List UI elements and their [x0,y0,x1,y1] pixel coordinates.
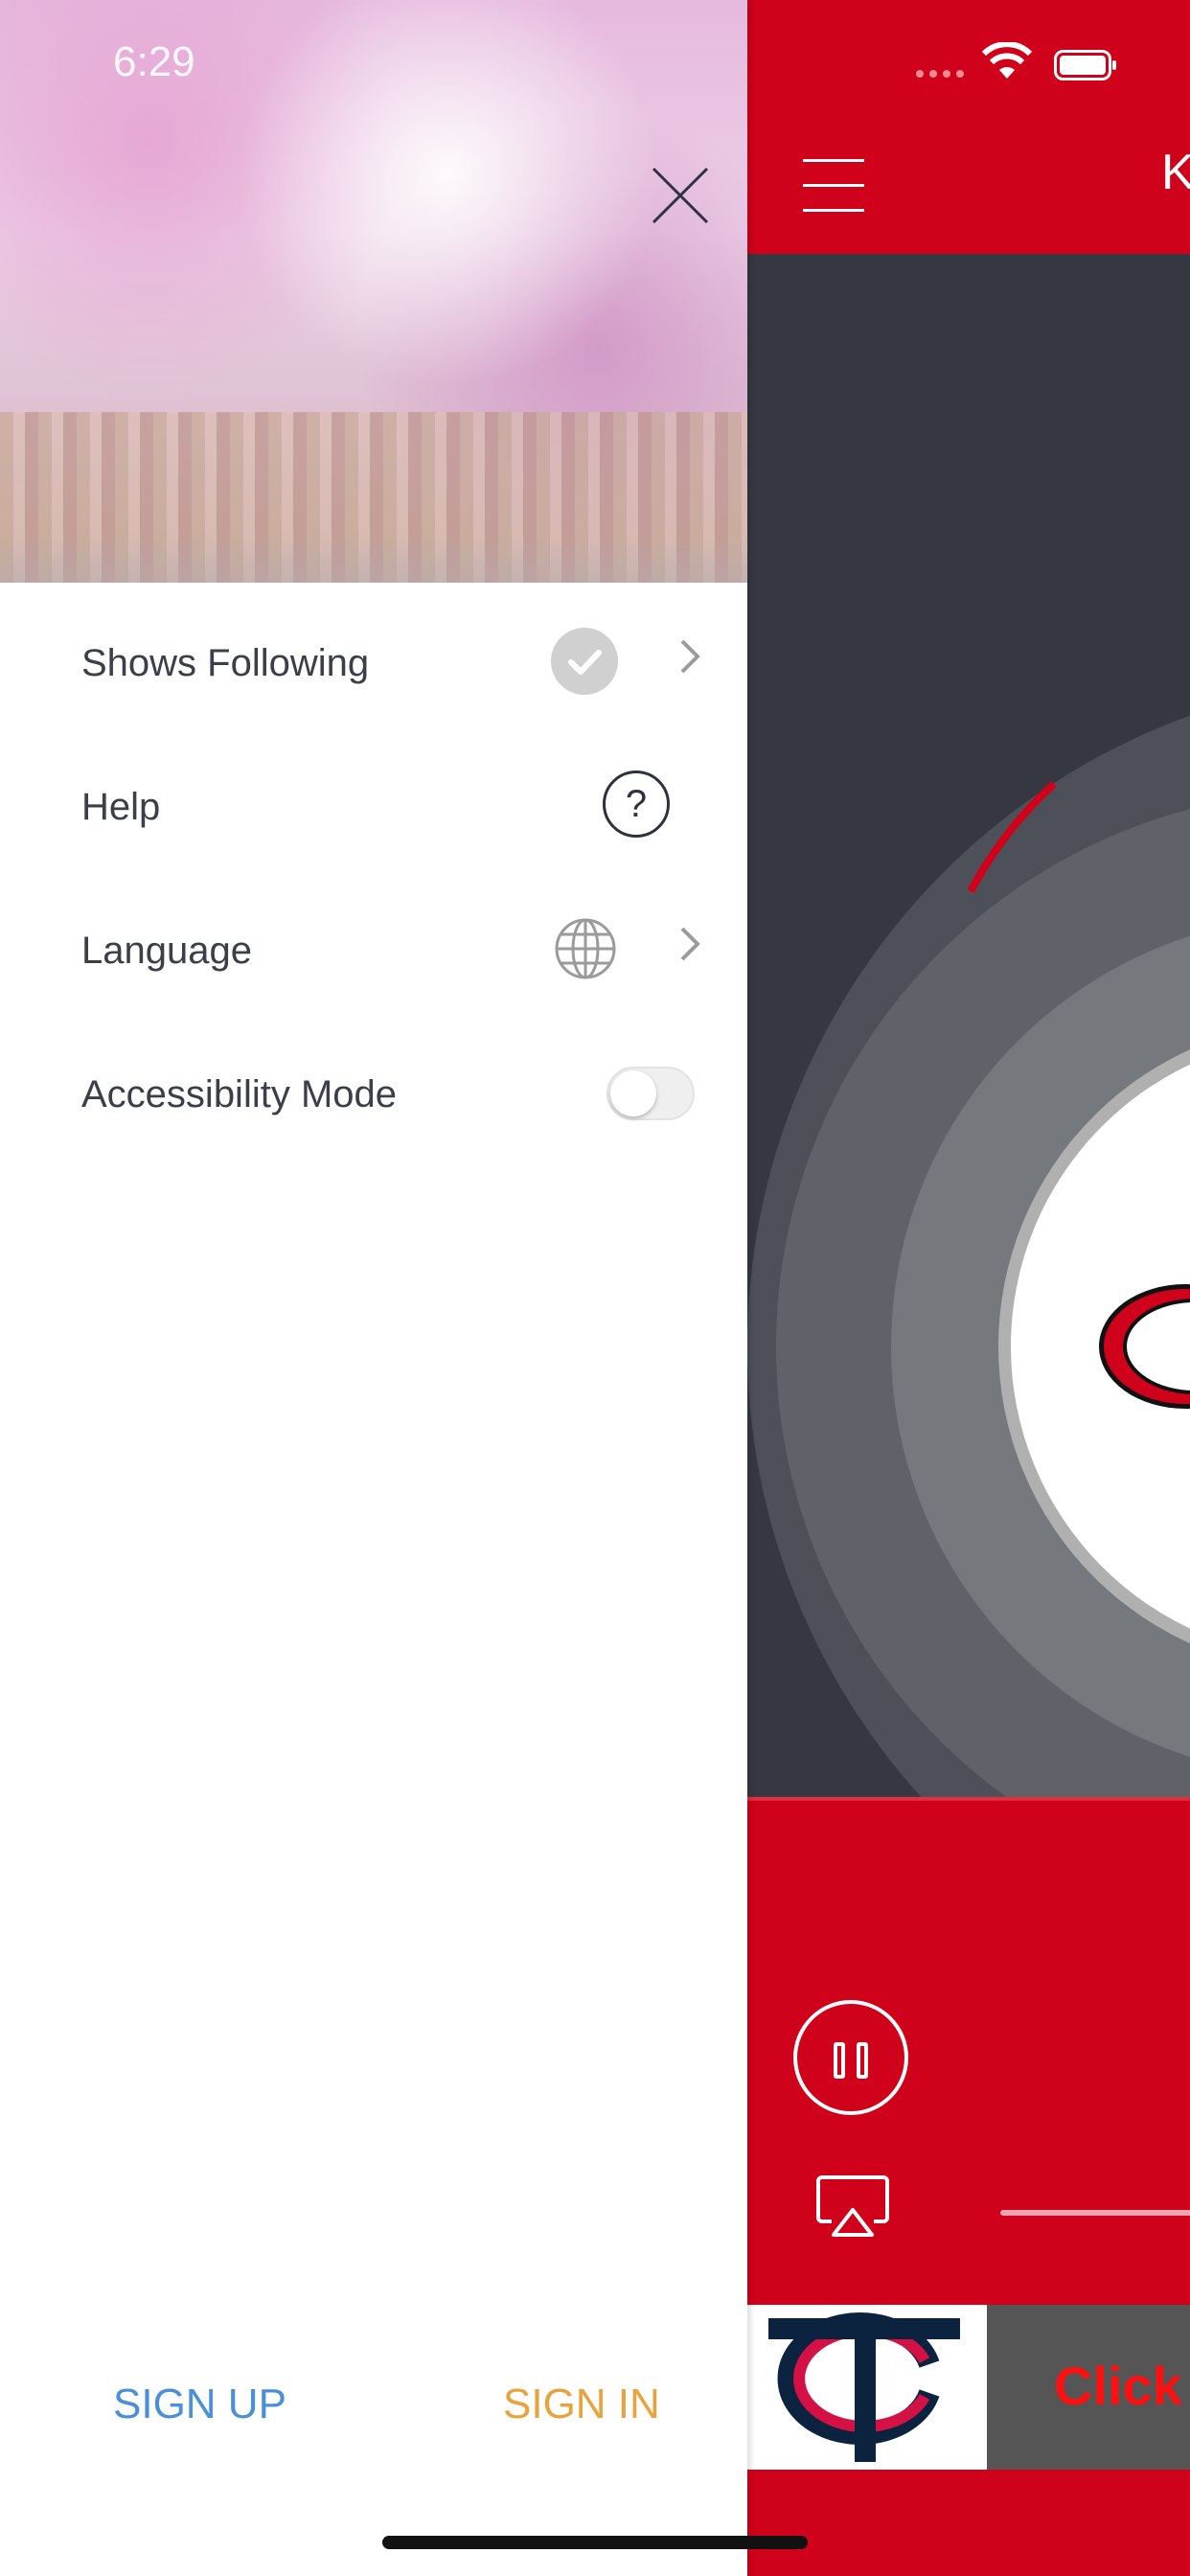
pause-bar [834,2042,845,2079]
ad-banner[interactable]: Click [747,2305,1190,2470]
airplay-icon[interactable] [816,2175,889,2239]
menu-item-shows-following[interactable]: Shows Following [0,604,747,728]
banner-text: Click [1054,2356,1182,2416]
menu-item-label: Shows Following [81,642,370,684]
pause-button[interactable] [793,2000,908,2115]
pause-bar [857,2042,868,2079]
accessibility-toggle[interactable] [606,1067,695,1120]
player-artwork-area [747,254,1190,1797]
battery-icon [1054,50,1116,80]
menu-item-label: Help [81,786,161,828]
question-circle-icon: ? [603,770,670,838]
home-indicator [382,2536,808,2549]
status-time: 6:29 [113,38,195,85]
app-title: K [1161,145,1190,200]
check-circle-icon [551,628,618,695]
divider [747,1797,1190,1801]
toggle-knob [610,1070,656,1116]
volume-slider[interactable] [1000,2210,1190,2216]
menu-item-label: Accessibility Mode [81,1073,398,1116]
hamburger-menu-icon[interactable] [803,159,864,213]
cellular-signal-icon [916,70,964,78]
progress-arc [967,781,1057,893]
sign-in-button[interactable]: SIGN IN [503,2380,660,2428]
background-radio-app: K Click [747,0,1190,2576]
menu-item-language[interactable]: Language [0,891,747,1016]
wifi-icon [982,42,1032,79]
team-logo-icon [747,2305,987,2470]
chevron-right-icon [680,927,700,961]
header-shade [0,537,747,583]
globe-icon [555,918,616,979]
menu-item-help[interactable]: Help ? [0,748,747,872]
chevron-right-icon [680,639,700,674]
close-icon[interactable] [650,165,711,226]
menu-item-accessibility-mode: Accessibility Mode [0,1035,747,1160]
sign-up-button[interactable]: SIGN UP [113,2380,286,2428]
side-drawer: 6:29 Shows Following Help ? Language Acc… [0,0,747,2576]
menu-item-label: Language [81,930,252,972]
drawer-header-image [0,0,747,583]
